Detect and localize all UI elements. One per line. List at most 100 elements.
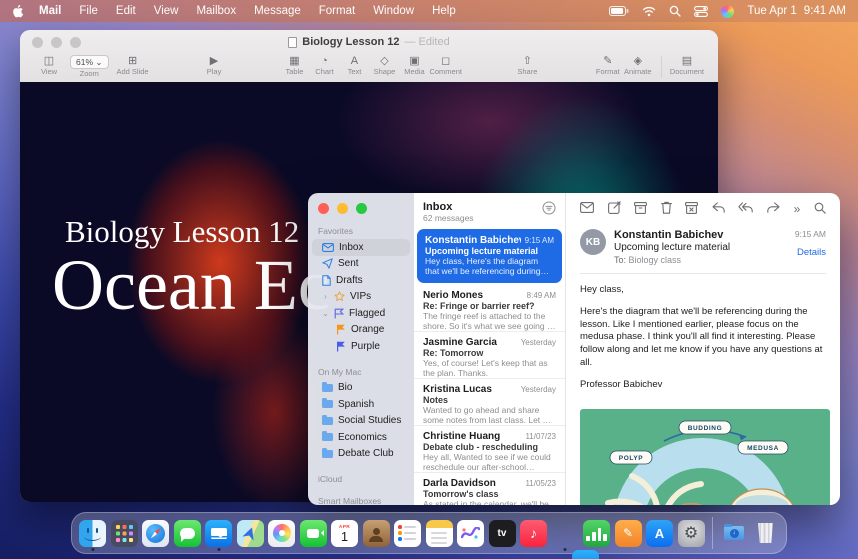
dock-appstore-icon[interactable]: A [646,520,673,547]
battery-icon[interactable] [609,6,629,16]
play-icon: ▶ [210,55,218,67]
pen-glyph: ✎ [623,526,633,540]
sidebar-folder-bio[interactable]: Bio [312,380,410,397]
shape-button[interactable]: ◇Shape [369,55,399,76]
dock-keynote-icon[interactable] [572,550,599,559]
search-icon[interactable] [814,202,826,217]
menu-message[interactable]: Message [245,5,310,17]
dock-reminders-icon[interactable] [394,520,421,547]
polyp-label: POLYP [610,451,652,464]
sidebar-item-flagged[interactable]: ⌄ Flagged [312,305,410,322]
sidebar-item-inbox[interactable]: Inbox [312,239,410,256]
folder-icon [322,417,333,425]
menu-app-name[interactable]: Mail [30,5,70,17]
view-button[interactable]: ◫View [34,55,64,76]
sidebar-folder-social-studies[interactable]: Social Studies [312,413,410,430]
format-button[interactable]: ✎Format [593,55,623,76]
message-row[interactable]: Darla Davidson11/05/23 Tomorrow's class … [414,473,565,505]
svg-text:POLYP: POLYP [619,455,644,462]
sidebar-folder-economics[interactable]: Economics [312,429,410,446]
add-slide-button[interactable]: ⊞Add Slide [117,55,149,76]
dock-finder-icon[interactable] [79,520,106,547]
message-row[interactable]: Kristina LucasYesterday Notes Wanted to … [414,379,565,426]
menu-view[interactable]: View [145,5,188,17]
get-mail-icon[interactable] [580,202,594,216]
dock-launchpad-icon[interactable] [111,520,138,547]
chevron-right-icon[interactable]: › [322,292,329,301]
sidebar-item-flag-orange[interactable]: Orange [312,322,410,339]
sidebar-item-flag-purple[interactable]: Purple [312,338,410,355]
search-icon[interactable] [669,5,681,17]
menu-window[interactable]: Window [364,5,423,17]
details-link[interactable]: Details [795,247,826,258]
menubar-clock[interactable]: Tue Apr 1 9:41 AM [747,5,846,17]
dock-pages-icon[interactable]: ✎ [615,520,642,547]
play-button[interactable]: ▶Play [199,55,229,76]
dock-facetime-icon[interactable] [300,520,327,547]
table-button[interactable]: ▦Table [279,55,309,76]
dock-numbers-icon[interactable] [583,520,610,547]
junk-icon[interactable] [685,202,698,217]
dock-mail-icon[interactable] [205,520,232,547]
animate-button[interactable]: ◈Animate [623,55,653,76]
reply-all-icon[interactable] [738,202,753,216]
dock-appletv-icon[interactable]: tv [489,520,516,547]
music-note-glyph: ♪ [530,525,537,541]
compose-icon[interactable] [608,201,621,217]
menu-edit[interactable]: Edit [107,5,145,17]
keynote-toolbar: ◫View 61% ⌄Zoom ⊞Add Slide ▶Play ▦Table … [20,54,718,82]
menu-help[interactable]: Help [423,5,465,17]
close-button[interactable] [318,203,329,214]
filter-icon[interactable] [542,201,556,218]
dock-downloads-icon[interactable]: ↓ [721,520,748,547]
media-button[interactable]: ▣Media [399,55,429,76]
zoom-value[interactable]: 61% ⌄ [70,55,109,69]
chevron-down-icon[interactable]: ⌄ [322,309,329,318]
reply-icon[interactable] [712,202,725,216]
minimize-button[interactable] [337,203,348,214]
archive-icon[interactable] [634,202,647,217]
document-button[interactable]: ▤Document [670,55,704,76]
sidebar-folder-debate-club[interactable]: Debate Club [312,446,410,463]
dock-safari-icon[interactable] [142,520,169,547]
message-header: KB Konstantin Babichev Upcoming lecture … [566,221,840,271]
format-icon: ✎ [603,55,612,67]
zoom-dropdown[interactable]: 61% ⌄Zoom [70,55,109,78]
message-row[interactable]: Nerio Mones8:49 AM Re: Fringe or barrier… [414,285,565,332]
dock-contacts-icon[interactable] [363,520,390,547]
dock-freeform-icon[interactable] [457,520,484,547]
sidebar-item-drafts[interactable]: Drafts [312,272,410,289]
message-count: 62 messages [423,213,474,223]
sidebar-item-sent[interactable]: Sent [312,256,410,273]
wifi-icon[interactable] [642,6,656,17]
message-row[interactable]: Konstantin Babichev9:15 AM Upcoming lect… [417,229,562,283]
message-row[interactable]: Jasmine GarciaYesterday Re: Tomorrow Yes… [414,332,565,379]
dock-messages-icon[interactable] [174,520,201,547]
dock-settings-icon[interactable]: ⚙ [678,520,705,547]
trash-icon[interactable] [661,201,672,217]
dock-music-icon[interactable]: ♪ [520,520,547,547]
menu-format[interactable]: Format [310,5,364,17]
text-button[interactable]: AText [339,55,369,76]
sidebar-folder-spanish[interactable]: Spanish [312,396,410,413]
dock-calendar-icon[interactable]: APR1 [331,520,358,547]
chart-button[interactable]: ◔Chart [309,55,339,76]
share-button[interactable]: ⇧Share [512,55,542,76]
menu-mailbox[interactable]: Mailbox [187,5,245,17]
sidebar-item-vips[interactable]: › VIPs [312,289,410,306]
dock-trash-icon[interactable] [752,520,779,547]
forward-icon[interactable] [767,202,780,216]
more-icon[interactable]: » [794,204,801,214]
svg-text:BUDDING: BUDDING [688,425,723,432]
menu-file[interactable]: File [70,5,107,17]
apple-menu-icon[interactable] [12,4,24,18]
zoom-button[interactable] [356,203,367,214]
user-avatar-icon[interactable] [721,5,734,18]
message-row[interactable]: Christine Huang11/07/23 Debate club - re… [414,426,565,473]
dock-notes-icon[interactable] [426,520,453,547]
share-icon: ⇧ [523,55,532,67]
dock-maps-icon[interactable] [237,520,264,547]
dock-photos-icon[interactable] [268,520,295,547]
comment-button[interactable]: ◻Comment [429,55,462,76]
control-center-icon[interactable] [694,6,708,17]
